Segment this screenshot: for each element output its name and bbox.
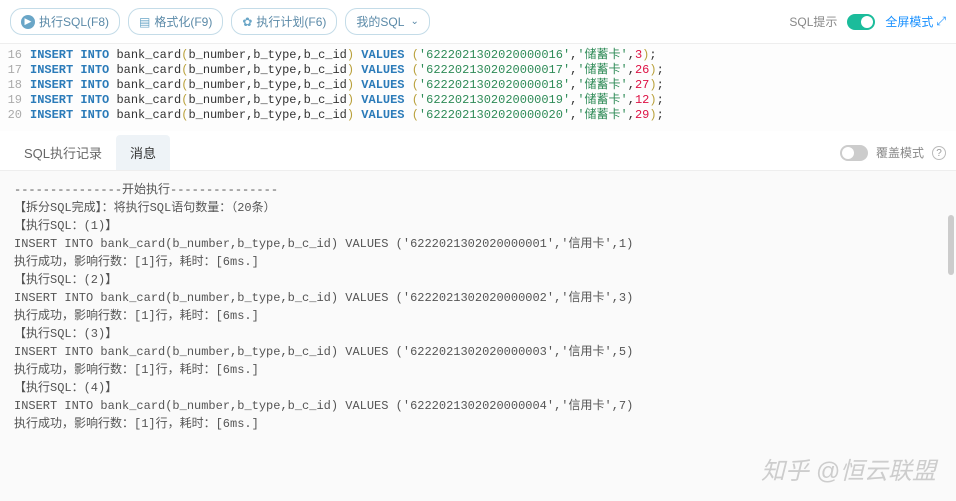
output-sql: INSERT INTO bank_card(b_number,b_type,b_… [14, 289, 942, 307]
overwrite-label: 覆盖模式 [876, 144, 924, 161]
scrollbar[interactable] [948, 215, 954, 275]
plan-icon: ✿ [242, 15, 252, 29]
sql-editor[interactable]: 16INSERT INTO bank_card(b_number,b_type,… [0, 44, 956, 131]
toolbar-right: SQL提示 全屏模式 ⤢ [789, 13, 946, 30]
button-group: ▶执行SQL(F8) ▤格式化(F9) ✿执行计划(F6) 我的SQL [10, 8, 430, 35]
output-sql: INSERT INTO bank_card(b_number,b_type,b_… [14, 397, 942, 415]
format-button[interactable]: ▤格式化(F9) [128, 8, 223, 35]
output-result: 执行成功，影响行数：[1]行，耗时：[6ms.] [14, 253, 942, 271]
output-sql: INSERT INTO bank_card(b_number,b_type,b_… [14, 235, 942, 253]
output-split-summary: 【拆分SQL完成】：将执行SQL语句数量：（20条） [14, 199, 942, 217]
help-icon[interactable]: ? [932, 146, 946, 160]
play-icon: ▶ [21, 15, 35, 29]
editor-line[interactable]: 17INSERT INTO bank_card(b_number,b_type,… [0, 63, 956, 78]
output-sql: INSERT INTO bank_card(b_number,b_type,b_… [14, 343, 942, 361]
my-sql-dropdown[interactable]: 我的SQL [345, 8, 429, 35]
editor-line[interactable]: 20INSERT INTO bank_card(b_number,b_type,… [0, 108, 956, 123]
output-block-header: 【执行SQL：(1)】 [14, 217, 942, 235]
output-block-header: 【执行SQL：(3)】 [14, 325, 942, 343]
output-block-header: 【执行SQL：(4)】 [14, 379, 942, 397]
sql-hint-label: SQL提示 [789, 13, 837, 30]
output-start: ---------------开始执行--------------- [14, 181, 942, 199]
expand-icon: ⤢ [936, 14, 946, 29]
output-panel[interactable]: ---------------开始执行---------------【拆分SQL… [0, 171, 956, 501]
explain-plan-button[interactable]: ✿执行计划(F6) [231, 8, 337, 35]
output-block-header: 【执行SQL：(2)】 [14, 271, 942, 289]
tab-message[interactable]: 消息 [116, 135, 170, 170]
editor-line[interactable]: 18INSERT INTO bank_card(b_number,b_type,… [0, 78, 956, 93]
format-icon: ▤ [139, 15, 150, 29]
output-result: 执行成功，影响行数：[1]行，耗时：[6ms.] [14, 307, 942, 325]
execute-sql-button[interactable]: ▶执行SQL(F8) [10, 8, 120, 35]
editor-line[interactable]: 19INSERT INTO bank_card(b_number,b_type,… [0, 93, 956, 108]
toolbar: ▶执行SQL(F8) ▤格式化(F9) ✿执行计划(F6) 我的SQL SQL提… [0, 0, 956, 44]
result-tabs: SQL执行记录 消息 覆盖模式 ? [0, 135, 956, 171]
tab-history[interactable]: SQL执行记录 [10, 135, 116, 170]
fullscreen-link[interactable]: 全屏模式 ⤢ [885, 13, 946, 30]
editor-line[interactable]: 16INSERT INTO bank_card(b_number,b_type,… [0, 48, 956, 63]
overwrite-toggle[interactable] [840, 145, 868, 161]
output-result: 执行成功，影响行数：[1]行，耗时：[6ms.] [14, 415, 942, 433]
output-result: 执行成功，影响行数：[1]行，耗时：[6ms.] [14, 361, 942, 379]
sql-hint-toggle[interactable] [847, 14, 875, 30]
